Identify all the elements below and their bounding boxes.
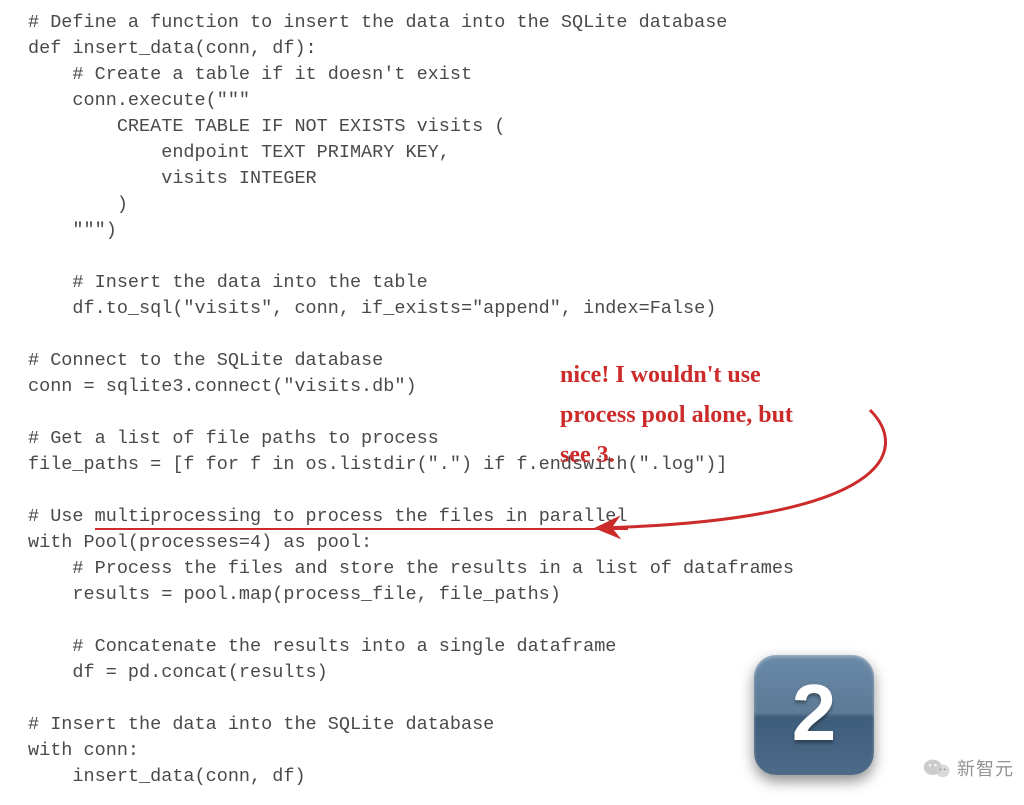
code-line: # Connect to the SQLite database <box>28 350 383 371</box>
code-line: df = pd.concat(results) <box>28 662 328 683</box>
code-line: ) <box>28 194 128 215</box>
code-line: """) <box>28 220 117 241</box>
code-line: conn = sqlite3.connect("visits.db") <box>28 376 417 397</box>
annotation-text: nice! I wouldn't use process pool alone,… <box>560 355 900 475</box>
code-line: # Process the files and store the result… <box>28 558 794 579</box>
code-line: # Use multiprocessing to process the fil… <box>28 506 628 530</box>
code-line: # Concatenate the results into a single … <box>28 636 616 657</box>
code-line: results = pool.map(process_file, file_pa… <box>28 584 561 605</box>
code-line: endpoint TEXT PRIMARY KEY, <box>28 142 450 163</box>
code-line: with conn: <box>28 740 139 761</box>
annotation-line: process pool alone, but <box>560 395 900 435</box>
code-line: CREATE TABLE IF NOT EXISTS visits ( <box>28 116 505 137</box>
code-line: # Insert the data into the table <box>28 272 428 293</box>
code-line: insert_data(conn, df) <box>28 766 306 787</box>
code-line: # Insert the data into the SQLite databa… <box>28 714 494 735</box>
code-line: df.to_sql("visits", conn, if_exists="app… <box>28 298 716 319</box>
code-line: # Get a list of file paths to process <box>28 428 439 449</box>
code-line: conn.execute(""" <box>28 90 250 111</box>
code-line: with Pool(processes=4) as pool: <box>28 532 372 553</box>
watermark: 新智元 <box>923 755 1014 781</box>
wechat-icon <box>923 756 951 780</box>
code-line: def insert_data(conn, df): <box>28 38 317 59</box>
code-line: # Create a table if it doesn't exist <box>28 64 472 85</box>
watermark-text: 新智元 <box>957 755 1014 781</box>
underlined-text: multiprocessing to process the files in … <box>95 506 628 530</box>
badge-number: 2 <box>792 673 837 753</box>
code-line: # Define a function to insert the data i… <box>28 12 727 33</box>
code-line: visits INTEGER <box>28 168 317 189</box>
annotation-line: see 3. <box>560 435 900 475</box>
page-number-badge: 2 <box>754 655 874 775</box>
annotation-line: nice! I wouldn't use <box>560 355 900 395</box>
